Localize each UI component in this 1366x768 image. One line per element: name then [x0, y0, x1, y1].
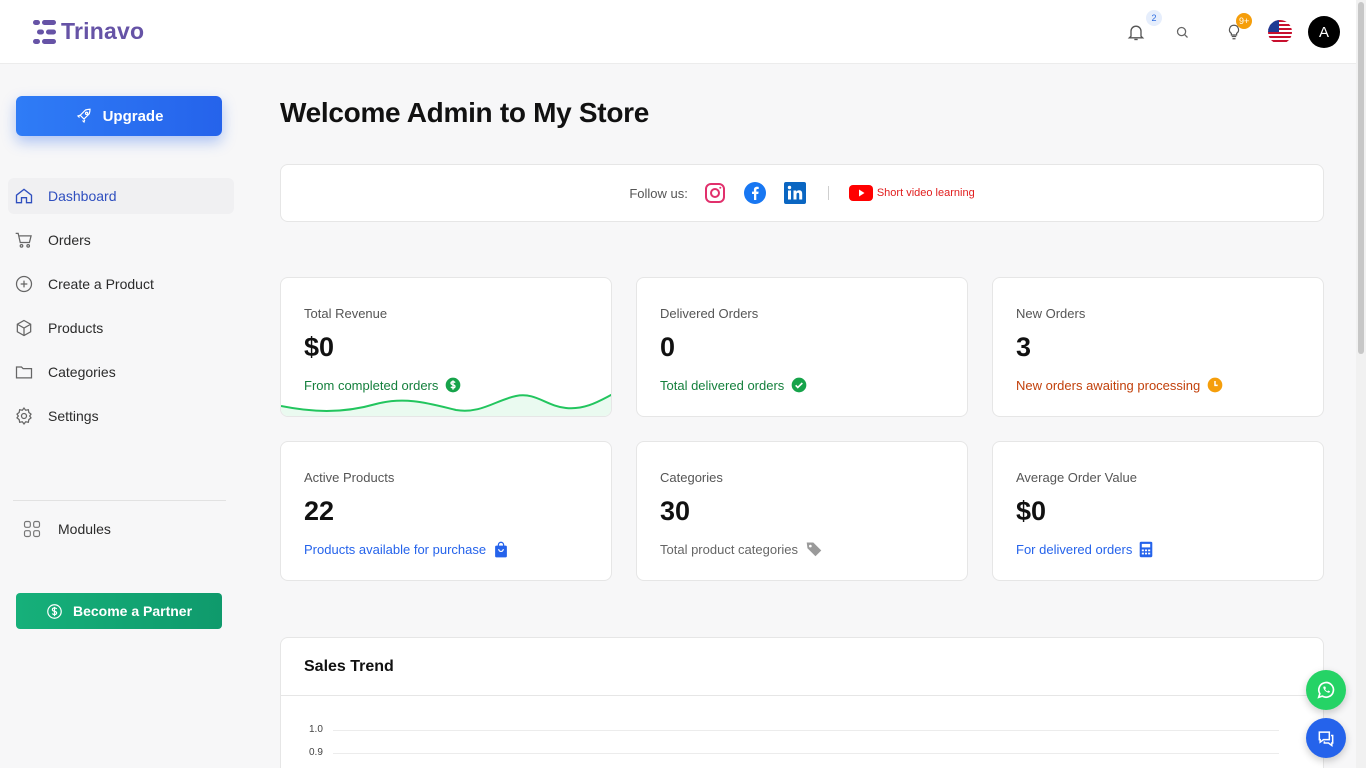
sidebar-item-label: Create a Product [48, 276, 154, 292]
sidebar-item-categories[interactable]: Categories [8, 354, 234, 390]
folder-icon [14, 362, 34, 382]
sidebar-item-label: Modules [58, 521, 111, 537]
stat-value: 30 [660, 496, 691, 526]
sales-trend-separator [281, 695, 1323, 696]
stat-title: Delivered Orders [660, 306, 759, 321]
sidebar-item-orders[interactable]: Orders [8, 222, 234, 258]
rocket-icon [76, 108, 91, 124]
stat-sub-label: Total delivered orders [660, 377, 785, 393]
stat-value: $0 [1016, 496, 1047, 526]
facebook-icon[interactable] [742, 180, 768, 206]
brand-name: Trinavo [61, 18, 145, 44]
sidebar-item-modules[interactable]: Modules [16, 511, 242, 547]
grid-icon [22, 519, 42, 539]
sidebar-item-create-product[interactable]: Create a Product [8, 266, 234, 302]
shopping-bag-icon [495, 541, 507, 558]
stat-sub: Total delivered orders [660, 377, 807, 393]
plus-circle-icon [14, 274, 34, 294]
stat-title: Active Products [304, 470, 395, 485]
stat-sub: For delivered orders [1016, 541, 1153, 558]
youtube-icon [848, 185, 873, 201]
y-tick: 1.0 [309, 724, 323, 735]
clock-icon [1207, 377, 1223, 393]
stat-sub-label: For delivered orders [1016, 542, 1133, 557]
dollar-circle-icon [47, 603, 62, 619]
stat-sub-label: New orders awaiting processing [1016, 377, 1201, 393]
partner-label: Become a Partner [72, 603, 193, 619]
stat-value: 0 [660, 332, 676, 362]
sidebar-item-label: Products [48, 320, 104, 336]
sidebar-item-label: Settings [48, 408, 99, 424]
sidebar-item-label: Categories [48, 364, 116, 380]
bell-icon[interactable] [1124, 20, 1148, 44]
sidebar-item-products[interactable]: Products [8, 310, 234, 346]
sidebar-divider [13, 500, 226, 501]
ideas-badge: 9+ [1236, 13, 1253, 29]
become-partner-button[interactable]: Become a Partner [16, 593, 222, 629]
whatsapp-icon [1317, 681, 1335, 699]
chat-button[interactable] [1306, 718, 1346, 758]
sidebar-item-label: Dashboard [48, 188, 117, 204]
sales-trend-card: Sales Trend 1.0 0.9 [280, 637, 1324, 768]
instagram-icon[interactable] [702, 180, 728, 206]
user-avatar[interactable]: A [1308, 16, 1340, 48]
stat-title: Total Revenue [304, 306, 388, 321]
follow-us-card: Follow us: Short video learning [280, 164, 1324, 222]
box-icon [14, 318, 34, 338]
search-icon[interactable] [1170, 20, 1194, 44]
whatsapp-button[interactable] [1306, 670, 1346, 710]
brand-logo[interactable]: Trinavo [33, 18, 144, 45]
stat-card-active-products: Active Products 22 Products available fo… [280, 441, 612, 581]
upgrade-button[interactable]: Upgrade [16, 96, 222, 136]
short-video-link[interactable]: Short video learning [848, 184, 975, 202]
gridline [333, 753, 1279, 754]
follow-label: Follow us: [629, 185, 688, 201]
stat-value: 3 [1016, 332, 1032, 362]
page-scrollbar[interactable] [1356, 0, 1366, 768]
sidebar-item-settings[interactable]: Settings [8, 398, 234, 434]
stat-value: $0 [304, 332, 335, 362]
stat-title: Average Order Value [1016, 470, 1137, 485]
sidebar-item-label: Orders [48, 232, 91, 248]
logo-icon [33, 19, 56, 44]
follow-separator [827, 186, 829, 200]
linkedin-icon[interactable] [782, 180, 808, 206]
top-header: Trinavo 2 9+ A [0, 0, 1356, 64]
page-title: Welcome Admin to My Store [280, 97, 649, 128]
stat-sub-label: Products available for purchase [304, 542, 487, 557]
notification-badge: 2 [1146, 10, 1162, 26]
stat-title: New Orders [1016, 306, 1086, 321]
stat-sub: New orders awaiting processing [1016, 377, 1223, 393]
chat-icon [1318, 731, 1334, 747]
stat-card-categories: Categories 30 Total product categories [636, 441, 968, 581]
short-video-label: Short video learning [876, 187, 975, 199]
stat-sub: Total product categories [660, 541, 823, 557]
stat-card-total-revenue: Total Revenue $0 From completed orders [280, 277, 612, 417]
stat-sub: Products available for purchase [304, 541, 509, 558]
home-icon [14, 186, 34, 206]
tag-icon [806, 542, 822, 557]
stat-card-delivered-orders: Delivered Orders 0 Total delivered order… [636, 277, 968, 417]
gear-icon [14, 406, 34, 426]
stat-card-new-orders: New Orders 3 New orders awaiting process… [992, 277, 1324, 417]
scrollbar-thumb[interactable] [1358, 2, 1364, 354]
stat-card-average-order-value: Average Order Value $0 For delivered ord… [992, 441, 1324, 581]
sidebar-item-dashboard[interactable]: Dashboard [8, 178, 234, 214]
stat-value: 22 [304, 496, 335, 526]
us-flag-icon[interactable] [1268, 20, 1292, 44]
calculator-icon [1140, 541, 1153, 558]
cart-icon [14, 230, 34, 250]
sidebar: Upgrade Dashboard Orders Create a Produc… [0, 64, 240, 768]
stat-sub-label: Total product categories [660, 541, 799, 557]
revenue-sparkline [281, 393, 611, 416]
stat-title: Categories [660, 470, 723, 485]
upgrade-label: Upgrade [102, 107, 164, 125]
y-tick: 0.9 [309, 747, 323, 758]
gridline [333, 730, 1279, 731]
check-circle-icon [791, 377, 807, 393]
sales-trend-title: Sales Trend [304, 658, 394, 675]
